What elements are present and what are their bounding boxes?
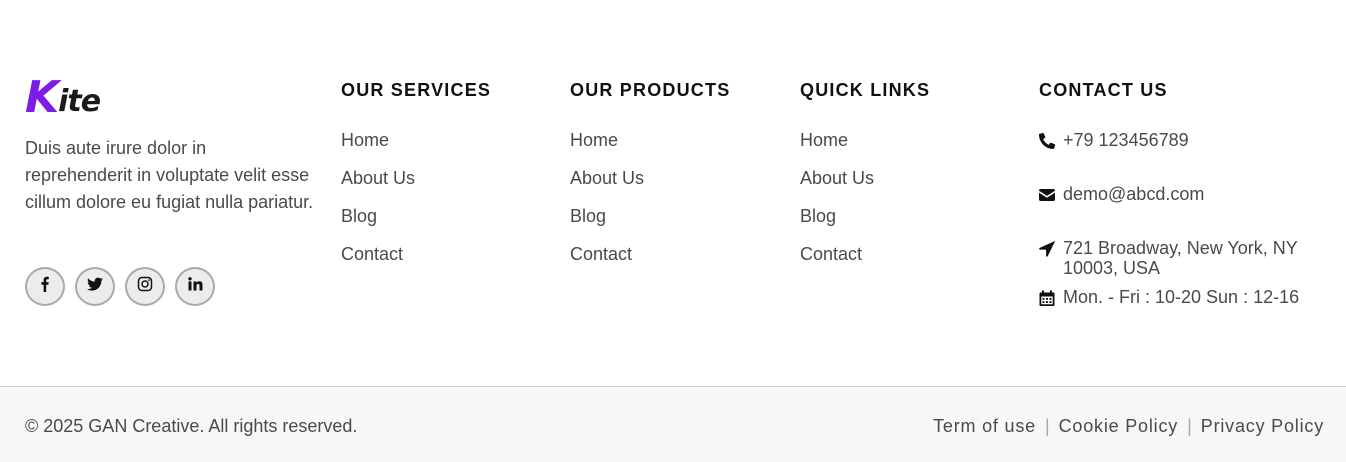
linkedin-button[interactable] [175,267,215,306]
products-link-item: Contact [570,244,730,282]
quick-link-contact[interactable]: Contact [800,244,862,264]
footer-bottom: © 2025 GAN Creative. All rights reserved… [0,386,1346,462]
quick-link-blog[interactable]: Blog [800,206,836,226]
brand-block: Kite Duis aute irure dolor in reprehende… [25,74,315,216]
services-links: Home About Us Blog Contact [341,130,491,282]
twitter-button[interactable] [75,267,115,306]
contact-column: CONTACT US +79 123456789 demo@abcd.com 7… [1039,80,1329,325]
products-link-home[interactable]: Home [570,130,618,150]
services-link-item: Home [341,130,491,168]
products-link-about[interactable]: About Us [570,168,644,188]
quick-link-about[interactable]: About Us [800,168,874,188]
services-link-home[interactable]: Home [341,130,389,150]
terms-of-use-link[interactable]: Term of use [933,416,1036,436]
privacy-policy-link[interactable]: Privacy Policy [1201,416,1324,436]
linkedin-icon [187,276,203,297]
services-link-item: Contact [341,244,491,282]
copyright-text: © 2025 GAN Creative. All rights reserved… [25,416,358,436]
contact-heading: CONTACT US [1039,80,1168,100]
quick-links-column: QUICK LINKS Home About Us Blog Contact [800,80,930,282]
services-heading: OUR SERVICES [341,80,492,100]
services-column: OUR SERVICES Home About Us Blog Contact [341,80,491,282]
contact-hours-text: Mon. - Fri : 10-20 Sun : 12-16 [1063,287,1300,307]
services-link-item: About Us [341,168,491,206]
quick-link-item: About Us [800,168,930,206]
products-link-item: Home [570,130,730,168]
legal-links: Term of use | Cookie Policy | Privacy Po… [933,416,1324,436]
instagram-icon [137,276,153,297]
products-link-item: Blog [570,206,730,244]
quick-link-home[interactable]: Home [800,130,848,150]
contact-email: demo@abcd.com [1039,184,1329,222]
contact-phone: +79 123456789 [1039,130,1329,168]
calendar-icon [1039,290,1055,306]
services-link-item: Blog [341,206,491,244]
products-links: Home About Us Blog Contact [570,130,730,282]
cookie-policy-link[interactable]: Cookie Policy [1059,416,1178,436]
phone-icon [1039,133,1055,149]
social-links [25,267,215,306]
logo-text: ite [58,84,101,119]
facebook-button[interactable] [25,267,65,306]
services-link-contact[interactable]: Contact [341,244,403,264]
products-heading: OUR PRODUCTS [570,80,731,100]
quick-link-item: Contact [800,244,930,282]
services-link-about[interactable]: About Us [341,168,415,188]
contact-phone-link[interactable]: +79 123456789 [1063,130,1189,150]
contact-list: +79 123456789 demo@abcd.com 721 Broadway… [1039,130,1329,325]
legal-separator: | [1187,416,1192,436]
envelope-icon [1039,187,1055,203]
quick-link-item: Blog [800,206,930,244]
products-link-blog[interactable]: Blog [570,206,606,226]
quick-link-item: Home [800,130,930,168]
twitter-icon [87,276,103,297]
contact-hours: Mon. - Fri : 10-20 Sun : 12-16 [1039,287,1329,325]
quick-links-list: Home About Us Blog Contact [800,130,930,282]
footer-top: Kite Duis aute irure dolor in reprehende… [0,0,1346,386]
products-link-item: About Us [570,168,730,206]
products-link-contact[interactable]: Contact [570,244,632,264]
services-link-blog[interactable]: Blog [341,206,377,226]
contact-address-text: 721 Broadway, New York, NY 10003, USA [1063,238,1298,278]
location-arrow-icon [1039,241,1055,257]
quick-links-heading: QUICK LINKS [800,80,931,100]
products-column: OUR PRODUCTS Home About Us Blog Contact [570,80,730,282]
contact-address: 721 Broadway, New York, NY 10003, USA [1039,238,1329,278]
facebook-icon [37,276,53,297]
legal-separator: | [1044,416,1050,436]
instagram-button[interactable] [125,267,165,306]
logo-initial: K [25,72,59,123]
logo[interactable]: Kite [25,74,315,120]
contact-email-link[interactable]: demo@abcd.com [1063,184,1204,204]
brand-description: Duis aute irure dolor in reprehenderit i… [25,138,314,212]
